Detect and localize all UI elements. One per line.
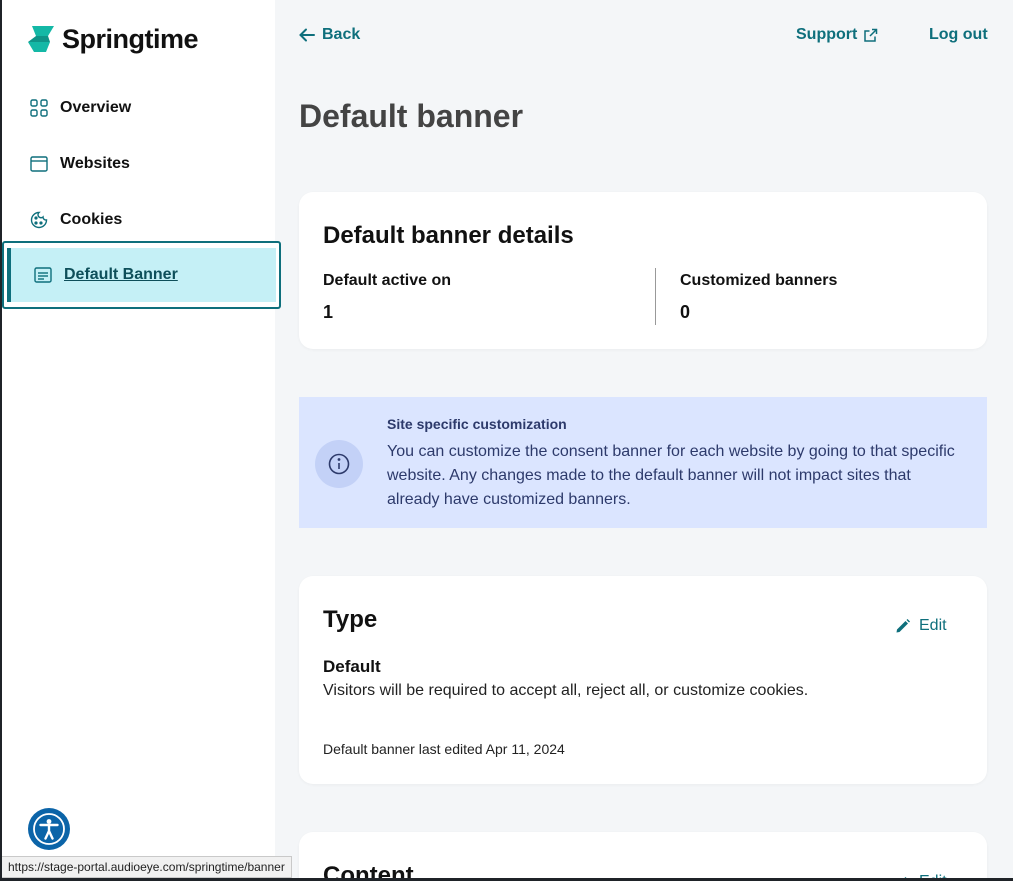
edit-type-button[interactable]: Edit bbox=[895, 617, 947, 635]
sidebar-item-default-banner[interactable]: Default Banner bbox=[2, 241, 281, 309]
sidebar-item-label: Websites bbox=[60, 155, 130, 172]
external-link-icon bbox=[864, 28, 878, 42]
card-title: Type bbox=[323, 606, 378, 633]
pencil-icon bbox=[896, 619, 910, 633]
customized-banners-label: Customized banners bbox=[680, 272, 838, 289]
banner-type-description: Visitors will be required to accept all,… bbox=[323, 682, 809, 699]
card-title: Default banner details bbox=[323, 222, 574, 249]
springtime-logo-icon bbox=[28, 26, 54, 52]
banner-details-card: Default banner details Default active on… bbox=[299, 192, 987, 349]
back-label: Back bbox=[322, 26, 361, 43]
support-link[interactable]: Support bbox=[796, 26, 878, 44]
sidebar-item-overview[interactable]: Overview bbox=[2, 86, 275, 130]
customized-banners-value: 0 bbox=[680, 302, 691, 322]
sidebar-item-label: Cookies bbox=[60, 211, 123, 228]
brand-name: Springtime bbox=[62, 23, 199, 54]
arrow-left-icon bbox=[299, 28, 315, 42]
support-label: Support bbox=[796, 26, 858, 43]
status-bar-url: https://stage-portal.audioeye.com/spring… bbox=[2, 856, 292, 878]
info-title: Site specific customization bbox=[387, 416, 567, 432]
sidebar-item-cookies[interactable]: Cookies bbox=[2, 198, 275, 242]
last-edited-text: Default banner last edited Apr 11, 2024 bbox=[323, 741, 565, 757]
grid-icon bbox=[30, 99, 48, 117]
back-link[interactable]: Back bbox=[298, 26, 360, 44]
banner-type-name: Default bbox=[323, 657, 381, 676]
divider bbox=[655, 268, 656, 325]
default-active-label: Default active on bbox=[323, 272, 452, 289]
brand-logo[interactable]: Springtime bbox=[26, 22, 199, 56]
banner-icon bbox=[34, 266, 52, 284]
content-card: Content Edit bbox=[299, 832, 987, 881]
logout-link[interactable]: Log out bbox=[929, 26, 988, 44]
cookie-icon bbox=[30, 211, 48, 229]
browser-window-icon bbox=[30, 155, 48, 173]
sidebar-item-highlight: Default Banner bbox=[7, 248, 276, 302]
info-icon bbox=[315, 440, 363, 488]
accessibility-icon bbox=[33, 813, 65, 845]
default-active-value: 1 bbox=[323, 302, 334, 322]
info-callout: Site specific customization You can cust… bbox=[299, 397, 987, 528]
sidebar-item-label: Default Banner bbox=[64, 266, 178, 283]
edit-label: Edit bbox=[919, 617, 947, 634]
type-card: Type Edit Default Visitors will be requi… bbox=[299, 576, 987, 784]
sidebar: Springtime Overview Websites Cookies Def… bbox=[2, 0, 281, 878]
sidebar-item-websites[interactable]: Websites bbox=[2, 142, 275, 186]
accessibility-button[interactable] bbox=[28, 808, 70, 850]
sidebar-item-label: Overview bbox=[60, 99, 132, 116]
page-title: Default banner bbox=[299, 98, 524, 134]
info-text: You can customize the consent banner for… bbox=[387, 443, 955, 508]
